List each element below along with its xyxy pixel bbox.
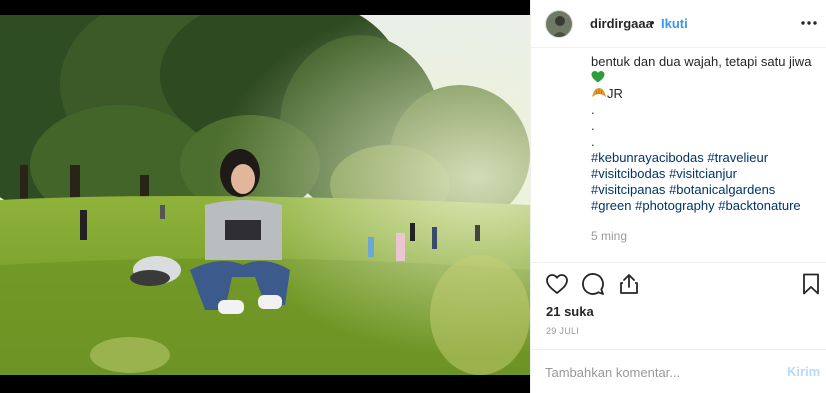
signature-text: JR (607, 86, 623, 101)
hashtag-line: #visitcipanas #botanicalgardens (591, 182, 823, 198)
hashtag-line: #kebunrayacibodas #travelieur (591, 150, 823, 166)
caption-dot: . (591, 118, 595, 133)
post-details-panel: dirdirgaaa • Ikuti bentuk dan dua wajah,… (530, 0, 826, 393)
divider (531, 349, 826, 350)
heart-icon[interactable] (545, 272, 569, 296)
add-comment-input[interactable] (545, 358, 777, 386)
avatar-icon (546, 11, 572, 37)
hashtag-line: #visitcibodas #visitcianjur (591, 166, 823, 182)
likes-count[interactable]: 21 suka (546, 304, 594, 319)
post-header: dirdirgaaa • Ikuti (531, 0, 826, 48)
hashtag-link[interactable]: #travelieur (707, 150, 768, 165)
bookmark-icon[interactable] (799, 272, 823, 296)
comment-time-ago[interactable]: 5 ming (591, 229, 627, 243)
comment-icon[interactable] (581, 272, 605, 296)
hashtag-line: #green #photography #backtonature (591, 198, 823, 214)
hashtag-link[interactable]: #backtonature (718, 198, 800, 213)
photo-bottom-letterbox (0, 375, 530, 393)
caption-signature-line: JR (591, 86, 823, 102)
hashtag-link[interactable]: #botanicalgardens (669, 182, 775, 197)
caption-heart-line (591, 70, 823, 86)
caption-line: bentuk dan dua wajah, tetapi satu jiwa (591, 54, 812, 69)
more-horizontal-icon[interactable] (799, 13, 819, 33)
hashtag-link[interactable]: #visitcipanas (591, 182, 665, 197)
hashtag-link[interactable]: #visitcianjur (669, 166, 737, 181)
caption-dot: . (591, 134, 595, 149)
hashtag-link[interactable]: #green (591, 198, 631, 213)
post-date[interactable]: 29 JULI (546, 326, 579, 336)
post-photo-image (0, 15, 530, 375)
post-comment-button[interactable]: Kirim (787, 364, 820, 379)
post-caption: bentuk dan dua wajah, tetapi satu jiwa J… (591, 54, 823, 214)
share-icon[interactable] (617, 272, 641, 296)
post-photo[interactable] (0, 15, 530, 375)
hashtag-link[interactable]: #photography (635, 198, 715, 213)
hashtag-link[interactable]: #kebunrayacibodas (591, 150, 704, 165)
username-link[interactable]: dirdirgaaa (590, 16, 653, 31)
photo-top-letterbox (0, 0, 530, 15)
separator-dot: • (650, 15, 655, 30)
hashtag-link[interactable]: #visitcibodas (591, 166, 665, 181)
croissant-icon (592, 88, 606, 97)
green-heart-icon (591, 71, 605, 83)
follow-button[interactable]: Ikuti (661, 16, 688, 31)
divider (531, 262, 826, 263)
caption-dot: . (591, 102, 595, 117)
post-actions-bar (531, 270, 826, 302)
user-avatar[interactable] (545, 10, 573, 38)
